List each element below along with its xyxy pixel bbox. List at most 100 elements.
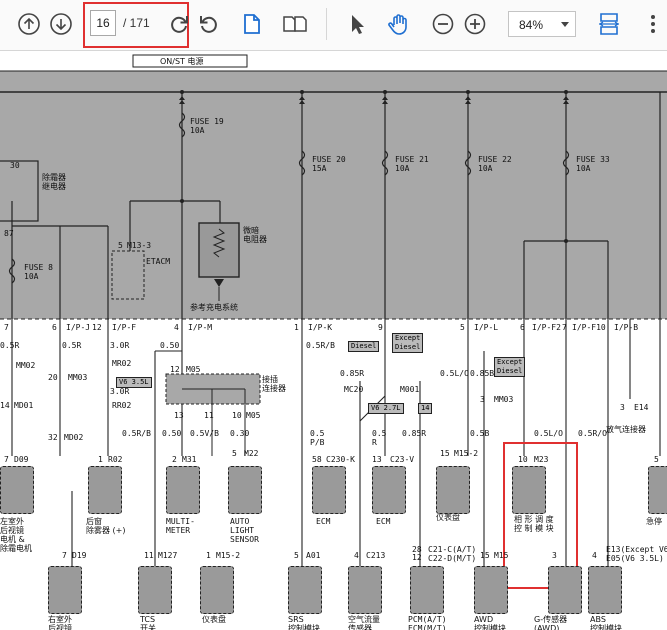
select-cursor-icon[interactable] (344, 11, 370, 37)
two-page-view-icon[interactable] (282, 11, 308, 37)
wire-085r: 0.85R (340, 369, 365, 378)
connector-awd (474, 566, 508, 614)
pin-1c: 1 (206, 551, 211, 560)
fuse-20-label: FUSE 20 (312, 155, 346, 164)
pin-10b: 10 (518, 455, 528, 464)
hand-tool-icon[interactable] (386, 11, 412, 37)
left-mirror-label: 左室外 后视镜 电机 & 除霜电机 (0, 517, 32, 553)
wire-05blo: 0.5L/O (534, 429, 563, 438)
d19-label: D19 (72, 551, 87, 560)
zoom-out-icon[interactable] (430, 11, 456, 37)
connector-ecm1 (312, 466, 346, 514)
pin-3: 3 (480, 395, 485, 404)
a01-label: A01 (306, 551, 321, 560)
connector-ecm2 (372, 466, 406, 514)
fuse-33-amp: 10A (576, 164, 591, 173)
e13-label: E13(Except V6 E05(V6 3.5L) (606, 545, 667, 563)
rotate-counterclockwise-icon[interactable] (196, 11, 222, 37)
ip-f-label: I/P-F (112, 323, 137, 332)
pin-15: 15 (440, 449, 450, 458)
d09-label: D09 (14, 455, 29, 464)
connector-abs (588, 566, 622, 614)
pcm-label: PCM(A/T) ECM(M/T) (408, 615, 447, 630)
pin-7: 7 (4, 323, 9, 332)
dimmer-resistor-label: 微暗 电阻器 (243, 226, 267, 244)
chevron-down-icon (561, 22, 569, 27)
pin-1: 1 (294, 323, 299, 332)
mm03-label: MM03 (68, 373, 88, 382)
fuse-22-label: FUSE 22 (478, 155, 512, 164)
c21c-label: C21-C(A/T) C22-D(M/T) (428, 545, 477, 563)
pin-4: 4 (174, 323, 179, 332)
m22-label: M22 (244, 449, 259, 458)
ip-j-pin: 12 (92, 323, 102, 332)
awd-label: AWD 控制模块 (474, 615, 506, 630)
top-bus-label: ON/ST 电源 (160, 57, 204, 66)
e14-label: E14 (634, 403, 649, 412)
airflow-label: 空气流量 传感器 (348, 615, 380, 630)
c213-label: C213 (366, 551, 386, 560)
exhaust-joint-label: 放气连接器 (606, 425, 646, 434)
mc20-label: MC20 (344, 385, 364, 394)
m001-label: M001 (400, 385, 420, 394)
more-options-icon[interactable] (640, 11, 666, 37)
pin-4c: 4 (592, 551, 597, 560)
pin-20: 20 (48, 373, 58, 382)
m152-label: M15-2 (454, 449, 479, 458)
next-page-icon[interactable] (48, 11, 74, 37)
wire-085b: 0.85B (470, 369, 495, 378)
connector-pcm (410, 566, 444, 614)
connector-cluster2 (200, 566, 234, 614)
m15-label: M15 (494, 551, 509, 560)
connector-airflow (348, 566, 382, 614)
pin-10: 10 (232, 411, 242, 420)
defog-relay-label: 除霜器 继电器 (42, 173, 66, 191)
toolbar-separator (326, 8, 327, 40)
pin-6: 6 (52, 323, 57, 332)
c23v-label: C23-V (390, 455, 415, 464)
pin-5b: 5 (232, 449, 237, 458)
connector-multimeter (166, 466, 200, 514)
wire-05vb: 0.5V/B (190, 429, 219, 438)
ip-b-label: I/P-B (614, 323, 639, 332)
fuse-19-amp: 10A (190, 126, 205, 135)
zoom-level-select[interactable]: 84% (508, 11, 576, 37)
m13-pin: 5 (118, 241, 123, 250)
m31-label: M31 (182, 455, 197, 464)
pdf-toolbar: 16 / 171 84% (0, 0, 667, 51)
headlamp-module-label: 相 形 调 度 控 制 模 块 (514, 515, 554, 533)
right-mirror-label: 右室外 后视镜 (48, 615, 72, 630)
single-page-view-icon[interactable] (238, 11, 264, 37)
joint-connector-label: 接插 连接器 (262, 375, 286, 393)
m05-label-b: M05 (246, 411, 261, 420)
cluster2-label: 仪表盘 (202, 615, 226, 624)
fit-page-icon[interactable] (596, 11, 622, 37)
ecm2-label: ECM (376, 517, 391, 526)
fuse-21-label: FUSE 21 (395, 155, 429, 164)
except-diesel-tag-2: Except Diesel (494, 357, 526, 377)
pin-7b: 7 (562, 323, 567, 332)
pin-4b: 4 (354, 551, 359, 560)
pin-3c: 3 (552, 551, 557, 560)
mm03-label-b: MM03 (494, 395, 514, 404)
cluster-label: 仪表盘 (436, 513, 460, 522)
pin-15b: 15 (480, 551, 490, 560)
rotate-clockwise-icon[interactable] (166, 11, 192, 37)
m13-label: M13-3 (127, 241, 152, 250)
pin-12: 12 (170, 365, 180, 374)
document-viewport[interactable]: Diesel Except Diesel V6 3.5L V6 2.7L 14 … (0, 51, 667, 630)
md02-label: MD02 (64, 433, 84, 442)
ip-l-label: I/P-L (474, 323, 499, 332)
fuse-8-amp: 10A (24, 272, 39, 281)
m152b-label: M15-2 (216, 551, 241, 560)
wire-05ro: 0.5R/O (578, 429, 607, 438)
srs-label: SRS 控制模块 (288, 615, 320, 630)
connector-tcs (138, 566, 172, 614)
fuse-21-amp: 10A (395, 164, 410, 173)
previous-page-icon[interactable] (16, 11, 42, 37)
zoom-in-icon[interactable] (462, 11, 488, 37)
fuse-8-label: FUSE 8 (24, 263, 53, 272)
except-diesel-tag: Except Diesel (392, 333, 424, 353)
current-page-input[interactable]: 16 (90, 10, 116, 36)
ecm1-label: ECM (316, 517, 331, 526)
